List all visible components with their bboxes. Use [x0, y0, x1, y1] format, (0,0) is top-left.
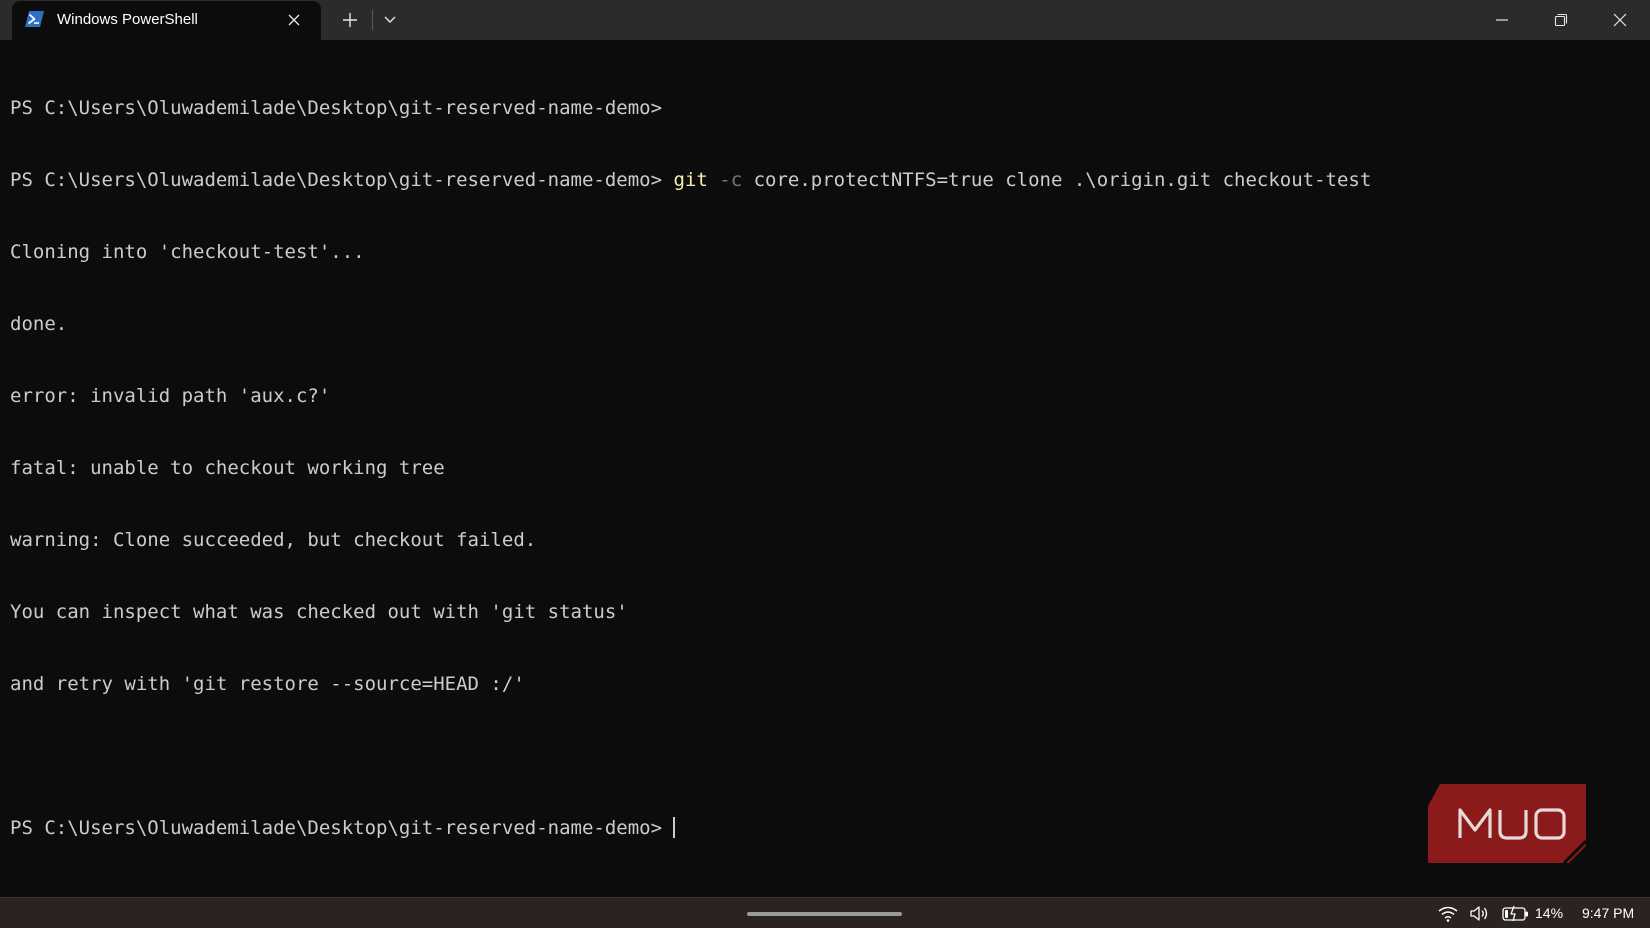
- powershell-icon: [25, 11, 44, 27]
- wifi-icon[interactable]: [1437, 905, 1459, 922]
- minimize-icon: [1496, 19, 1508, 21]
- terminal-command-line: PS C:\Users\Oluwademilade\Desktop\git-re…: [10, 168, 1640, 192]
- close-icon: [288, 14, 300, 26]
- battery-percentage: 14%: [1535, 905, 1564, 921]
- restore-icon: [1554, 13, 1568, 27]
- tab-divider: [372, 10, 373, 30]
- terminal-output[interactable]: PS C:\Users\Oluwademilade\Desktop\git-re…: [10, 48, 1640, 888]
- terminal-line: Cloning into 'checkout-test'...: [10, 241, 365, 263]
- title-bar[interactable]: Windows PowerShell: [0, 0, 1650, 40]
- command-args: core.protectNTFS=true clone .\origin.git…: [742, 169, 1372, 191]
- close-window-button[interactable]: [1591, 0, 1649, 40]
- terminal-line: done.: [10, 313, 68, 335]
- terminal-prompt-line[interactable]: PS C:\Users\Oluwademilade\Desktop\git-re…: [10, 816, 1640, 840]
- chevron-down-icon: [384, 16, 396, 23]
- taskbar-clock[interactable]: 9:47 PM: [1582, 905, 1634, 921]
- home-indicator[interactable]: [747, 912, 902, 916]
- command-flag: -c: [719, 169, 743, 191]
- powershell-window: Windows PowerShell PS C:\Users\Oluwademi…: [0, 0, 1650, 897]
- tab-close-button[interactable]: [284, 10, 304, 30]
- tab-dropdown-button[interactable]: [376, 6, 404, 34]
- tab-windows-powershell[interactable]: Windows PowerShell: [12, 1, 321, 40]
- terminal-line: error: invalid path 'aux.c?': [10, 385, 331, 407]
- prompt: PS C:\Users\Oluwademilade\Desktop\git-re…: [10, 817, 663, 839]
- new-tab-button[interactable]: [334, 6, 366, 34]
- terminal-line: and retry with 'git restore --source=HEA…: [10, 673, 525, 695]
- prompt: PS C:\Users\Oluwademilade\Desktop\git-re…: [10, 169, 674, 191]
- plus-icon: [343, 13, 357, 27]
- terminal-line: fatal: unable to checkout working tree: [10, 457, 445, 479]
- text-cursor: [673, 817, 676, 838]
- minimize-button[interactable]: [1473, 0, 1531, 40]
- battery-charging-icon[interactable]: [1502, 905, 1530, 922]
- terminal-line: You can inspect what was checked out wit…: [10, 601, 628, 623]
- volume-icon[interactable]: [1469, 905, 1491, 922]
- muo-logo: [1428, 784, 1586, 863]
- terminal-line: PS C:\Users\Oluwademilade\Desktop\git-re…: [10, 97, 663, 119]
- taskbar: 14% 9:47 PM: [0, 897, 1650, 928]
- restore-button[interactable]: [1532, 0, 1590, 40]
- tab-title: Windows PowerShell: [57, 11, 198, 28]
- close-icon: [1613, 13, 1627, 27]
- command-program: git: [673, 169, 708, 191]
- terminal-line: warning: Clone succeeded, but checkout f…: [10, 529, 537, 551]
